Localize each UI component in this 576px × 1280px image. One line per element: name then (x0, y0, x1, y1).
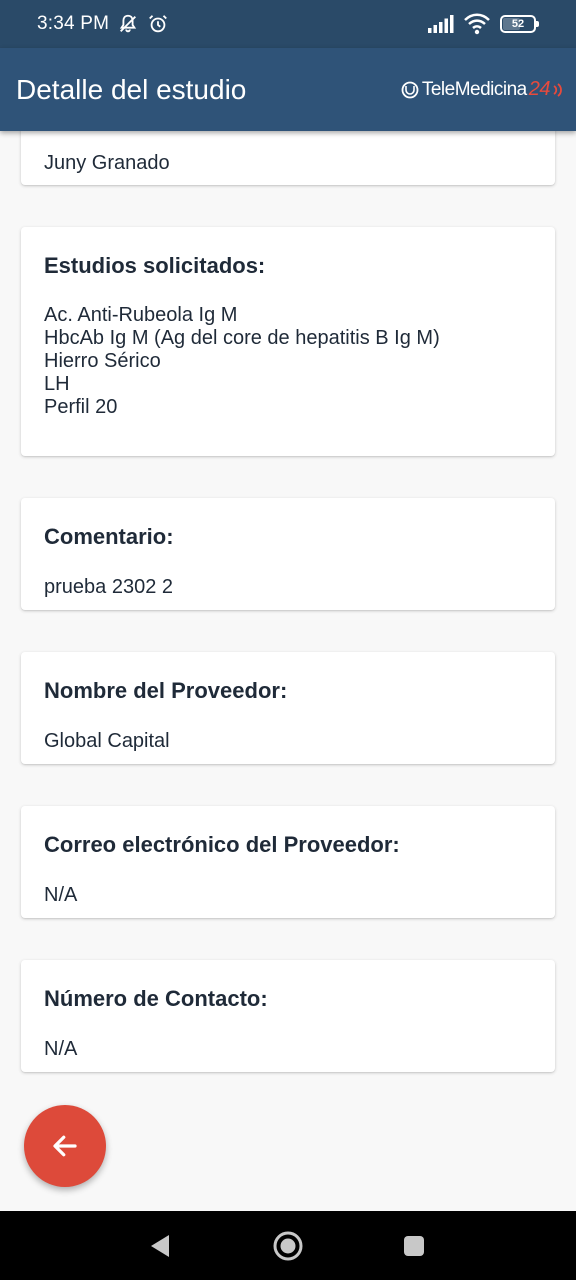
brand-number: 24 (528, 78, 551, 100)
provider-email-value: N/A (44, 884, 78, 906)
battery-icon: 52 (500, 15, 539, 33)
status-left: 3:34 PM (37, 13, 169, 35)
wifi-icon (464, 13, 490, 35)
provider-name-value: Global Capital (44, 730, 170, 752)
study-detail-list: Juny Granado Estudios solicitados: Ac. A… (0, 111, 576, 1211)
study-item: Hierro Sérico (44, 350, 161, 372)
alarm-icon (149, 15, 168, 33)
notifications-muted-icon (120, 14, 137, 33)
brand-logo: TeleMedicina 24 (400, 78, 564, 101)
status-time: 3:34 PM (37, 13, 110, 34)
system-nav-bar (0, 1211, 576, 1280)
comment-title: Comentario: (44, 524, 174, 549)
patient-name: Juny Granado (44, 152, 170, 174)
requested-studies-list: Ac. Anti-Rubeola Ig M HbcAb Ig M (Ag del… (44, 304, 440, 419)
comment-card: Comentario: prueba 2302 2 (21, 498, 555, 610)
battery-percent: 52 (511, 18, 525, 30)
study-item: Ac. Anti-Rubeola Ig M (44, 304, 238, 326)
study-item: Perfil 20 (44, 396, 118, 418)
study-item: LH (44, 373, 70, 395)
recents-square-icon (404, 1235, 424, 1256)
requested-studies-title: Estudios solicitados: (44, 253, 266, 278)
contact-number-value: N/A (44, 1038, 78, 1060)
status-right: 52 (428, 13, 539, 35)
nav-recents-button[interactable] (374, 1211, 454, 1280)
home-circle-icon (273, 1231, 303, 1260)
study-item: HbcAb Ig M (Ag del core de hepatitis B I… (44, 327, 440, 349)
provider-name-title: Nombre del Proveedor: (44, 678, 288, 703)
contact-number-title: Número de Contacto: (44, 986, 268, 1011)
nav-home-button[interactable] (248, 1211, 328, 1280)
requested-studies-card: Estudios solicitados: Ac. Anti-Rubeola I… (21, 227, 555, 456)
back-triangle-icon (151, 1234, 169, 1257)
brand-text: TeleMedicina (421, 78, 527, 100)
contact-number-card: Número de Contacto: N/A (21, 960, 555, 1072)
provider-email-title: Correo electrónico del Proveedor: (44, 832, 400, 857)
signal-icon (428, 15, 454, 33)
status-bar: 3:34 PM 52 (0, 0, 576, 48)
signal-waves-icon (553, 82, 562, 97)
screen: 3:34 PM 52 Detalle del estudio TeleMedic… (0, 0, 576, 1280)
provider-name-card: Nombre del Proveedor: Global Capital (21, 652, 555, 764)
provider-email-card: Correo electrónico del Proveedor: N/A (21, 806, 555, 918)
back-button[interactable] (24, 1105, 106, 1187)
app-bar: Detalle del estudio TeleMedicina 24 (0, 48, 576, 131)
stethoscope-icon (401, 81, 419, 98)
nav-back-button[interactable] (120, 1211, 200, 1280)
comment-value: prueba 2302 2 (44, 576, 174, 598)
arrow-back-icon (53, 1135, 77, 1157)
page-title: Detalle del estudio (16, 73, 247, 105)
